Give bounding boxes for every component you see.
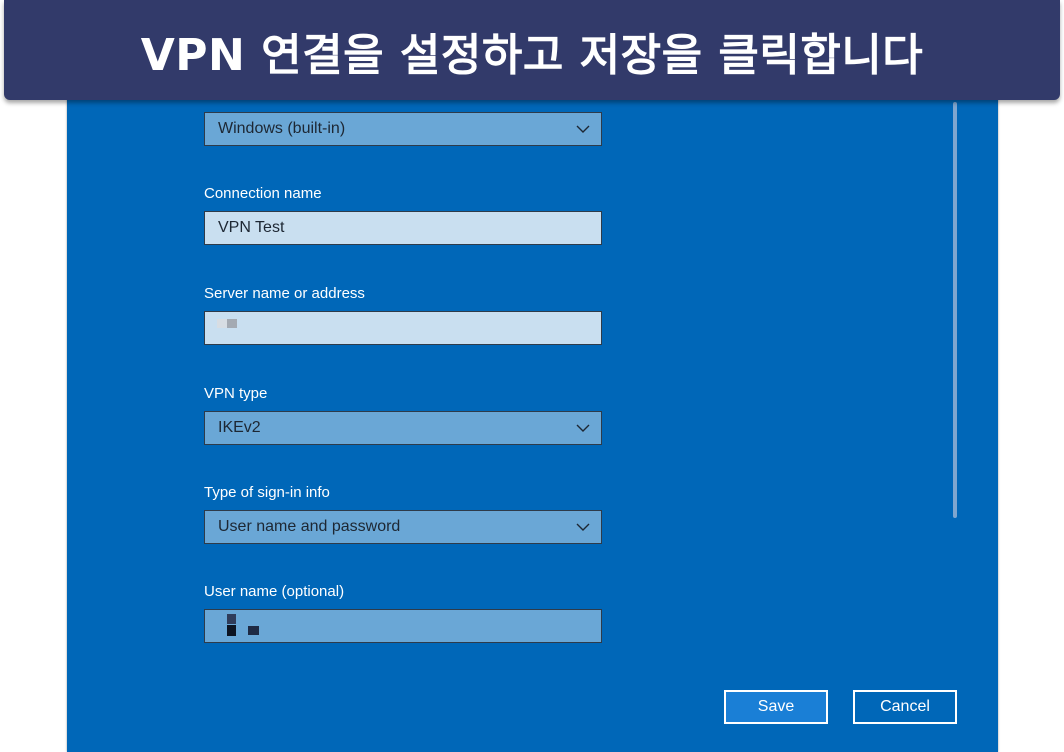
connection-name-label: Connection name bbox=[204, 185, 322, 202]
cancel-button[interactable]: Cancel bbox=[853, 690, 957, 724]
vpn-type-value: IKEv2 bbox=[218, 419, 261, 436]
vpn-type-select[interactable]: IKEv2 bbox=[204, 411, 602, 445]
connection-name-value: VPN Test bbox=[218, 219, 285, 236]
vpn-type-label: VPN type bbox=[204, 385, 268, 402]
username-label: User name (optional) bbox=[204, 583, 345, 600]
connection-name-input[interactable]: VPN Test bbox=[204, 211, 602, 245]
banner-text: VPN 연결을 설정하고 저장을 클릭합니다 bbox=[140, 30, 924, 81]
save-button[interactable]: Save bbox=[724, 690, 828, 724]
redacted-value bbox=[248, 626, 259, 635]
redacted-value bbox=[217, 319, 227, 328]
redacted-value bbox=[227, 614, 236, 624]
signin-type-label: Type of sign-in info bbox=[204, 484, 330, 501]
redacted-value bbox=[227, 625, 236, 636]
username-input[interactable] bbox=[204, 609, 602, 643]
vpn-provider-select[interactable]: Windows (built-in) bbox=[204, 112, 602, 146]
instruction-banner: VPN 연결을 설정하고 저장을 클릭합니다 bbox=[4, 0, 1060, 100]
vpn-provider-value: Windows (built-in) bbox=[218, 120, 346, 137]
signin-type-value: User name and password bbox=[218, 518, 401, 535]
server-name-input[interactable] bbox=[204, 311, 602, 345]
chevron-down-icon bbox=[576, 424, 590, 432]
scrollbar[interactable] bbox=[953, 102, 957, 518]
chevron-down-icon bbox=[576, 125, 590, 133]
chevron-down-icon bbox=[576, 523, 590, 531]
redacted-value bbox=[227, 319, 237, 328]
server-name-label: Server name or address bbox=[204, 285, 365, 302]
signin-type-select[interactable]: User name and password bbox=[204, 510, 602, 544]
